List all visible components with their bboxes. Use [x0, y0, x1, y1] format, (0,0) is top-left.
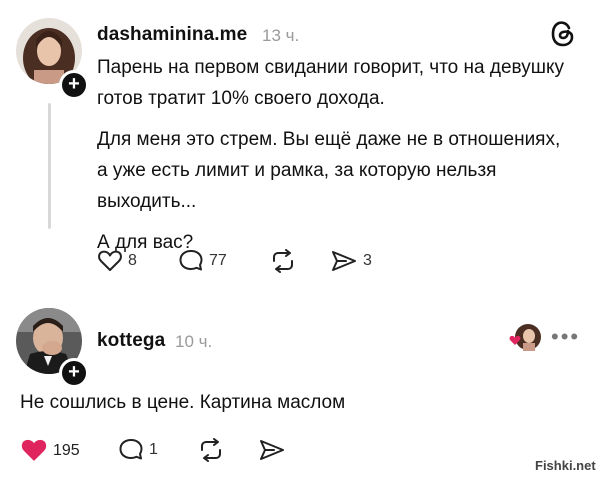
post-paragraph-1: Парень на первом свидании говорит, что н… [97, 57, 564, 109]
send-icon [332, 251, 356, 271]
main-post: + dashaminina.me 13 ч. Парень на первом … [0, 0, 600, 290]
follow-plus-icon[interactable]: + [59, 358, 89, 388]
share-count: 3 [363, 252, 372, 269]
comment-icon [179, 250, 203, 271]
comment-count: 77 [209, 252, 227, 269]
post-paragraph-2: Для меня это стрем. Вы ещё даже не в отн… [97, 129, 561, 212]
comment-icon [119, 439, 143, 460]
post-body: Парень на первом свидании говорит, что н… [97, 52, 567, 268]
post-time: 13 ч. [262, 26, 300, 45]
reply-body: Не сошлись в цене. Картина маслом [20, 392, 346, 413]
reply-post: + kottega 10 ч. ••• Не сошлись в цене. К… [0, 292, 600, 478]
plus-glyph: + [68, 361, 80, 383]
plus-glyph: + [68, 73, 80, 95]
repost-icon [201, 438, 221, 462]
repost-button[interactable] [198, 438, 224, 462]
liked-by-author-avatar [509, 323, 542, 351]
small-heart-icon [509, 335, 521, 345]
like-button-active[interactable]: 195 [20, 438, 80, 463]
post-username[interactable]: dashaminina.me [97, 24, 247, 46]
heart-filled-icon [21, 439, 47, 461]
follow-plus-icon[interactable]: + [59, 70, 89, 100]
send-icon [260, 440, 284, 460]
reply-time: 10 ч. [175, 332, 213, 351]
comment-button[interactable]: 1 [118, 438, 158, 462]
watermark: Fishki.net [535, 458, 596, 473]
like-button[interactable]: 8 [97, 249, 137, 273]
comment-button[interactable]: 77 [178, 249, 227, 273]
threads-logo-glyph [551, 21, 574, 47]
reply-like-count: 195 [53, 441, 80, 459]
thread-line [48, 103, 51, 229]
threads-logo-icon[interactable] [550, 20, 576, 53]
like-count: 8 [128, 252, 137, 269]
repost-button[interactable] [270, 249, 296, 273]
more-options-icon[interactable]: ••• [551, 326, 580, 348]
share-button[interactable] [258, 438, 286, 462]
reply-username[interactable]: kottega [97, 330, 165, 352]
heart-icon [98, 250, 122, 271]
share-button[interactable]: 3 [330, 249, 372, 273]
repost-icon [273, 249, 293, 273]
reply-comment-count: 1 [149, 441, 158, 458]
